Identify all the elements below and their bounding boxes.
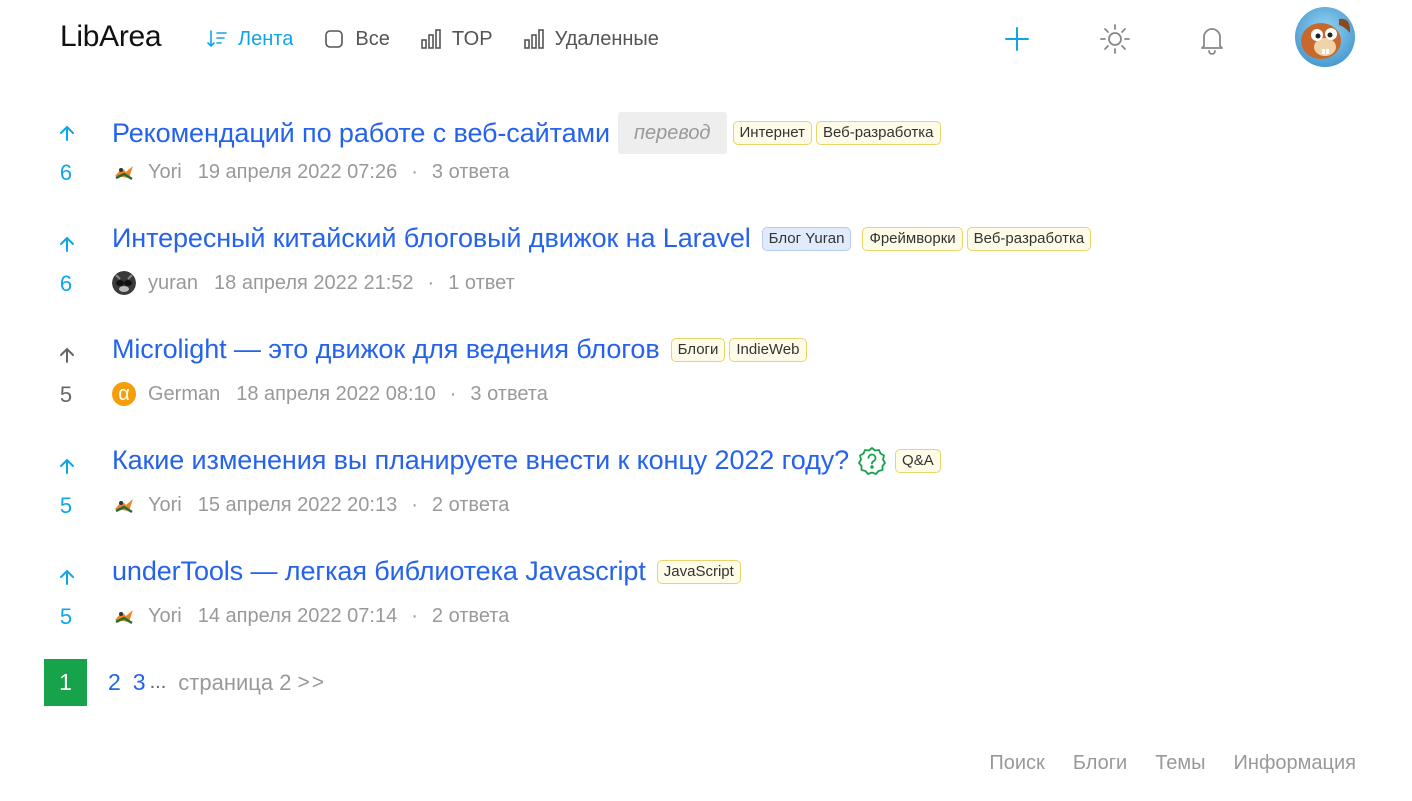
separator: · bbox=[411, 604, 418, 627]
post-title-link[interactable]: Интересный китайский блоговый движок на … bbox=[112, 223, 751, 254]
nav-item-deleted[interactable]: Удаленные bbox=[523, 24, 659, 54]
tag-javascript[interactable]: JavaScript bbox=[656, 559, 741, 584]
nav-label: Удаленные bbox=[554, 27, 659, 50]
author-name[interactable]: Yori bbox=[148, 161, 182, 184]
post-item: 6 Интересный китайский блоговый движок н… bbox=[0, 219, 1412, 330]
answers-count[interactable]: 1 ответ bbox=[448, 272, 515, 295]
separator: · bbox=[411, 160, 418, 183]
square-icon bbox=[323, 28, 345, 50]
post-title-row: Какие изменения вы планируете внести к к… bbox=[112, 445, 941, 476]
author-name[interactable]: Yori bbox=[148, 605, 182, 628]
user-avatar[interactable] bbox=[1295, 7, 1355, 67]
translation-label: перевод bbox=[617, 112, 727, 154]
tag-web-dev[interactable]: Веб-разработка bbox=[966, 226, 1092, 251]
post-meta: yuran 18 апреля 2022 21:52 · 1 ответ bbox=[112, 271, 515, 295]
post-list: 6 Рекомендаций по работе с веб-сайтами п… bbox=[0, 108, 1412, 663]
post-date: 18 апреля 2022 08:10 bbox=[236, 382, 436, 405]
pagination: 1 2 3 ... страница 2 >> bbox=[44, 659, 326, 706]
author-avatar[interactable] bbox=[112, 604, 136, 628]
post-date: 14 апреля 2022 07:14 bbox=[197, 604, 398, 627]
nav-label: Все bbox=[355, 27, 390, 50]
post-title-row: Интересный китайский блоговый движок на … bbox=[112, 223, 1092, 254]
post-title-row: Microlight — это движок для ведения блог… bbox=[112, 334, 807, 365]
bar-chart-icon bbox=[523, 28, 545, 50]
page-link-3[interactable]: 3 bbox=[133, 669, 146, 696]
post-meta: Yori 14 апреля 2022 07:14 · 2 ответа bbox=[112, 604, 509, 628]
upvote-icon[interactable] bbox=[56, 455, 78, 477]
main-nav: Лента Все TOP Удаленные bbox=[206, 24, 689, 54]
answers-count[interactable]: 3 ответа bbox=[432, 161, 509, 184]
vote-count: 5 bbox=[59, 382, 73, 407]
tag-blogs[interactable]: Блоги bbox=[670, 337, 726, 362]
footer-link-topics[interactable]: Темы bbox=[1155, 752, 1205, 775]
post-date: 15 апреля 2022 20:13 bbox=[197, 493, 398, 516]
tag-web-dev[interactable]: Веб-разработка bbox=[815, 121, 941, 145]
author-avatar[interactable] bbox=[112, 271, 136, 295]
tag-internet[interactable]: Интернет bbox=[732, 121, 812, 145]
upvote-icon[interactable] bbox=[56, 233, 78, 255]
sort-icon bbox=[206, 28, 228, 50]
plus-icon[interactable] bbox=[998, 20, 1036, 58]
blog-badge[interactable]: Блог Yuran bbox=[761, 226, 852, 251]
site-logo[interactable]: LibArea bbox=[60, 20, 162, 54]
post-title-link[interactable]: Рекомендаций по работе с веб-сайтами bbox=[112, 118, 610, 149]
footer-links: Поиск Блоги Темы Информация bbox=[961, 752, 1356, 775]
post-title-link[interactable]: underTools — легкая библиотека Javascrip… bbox=[112, 556, 646, 587]
upvote-icon[interactable] bbox=[56, 122, 78, 144]
upvote-icon[interactable] bbox=[56, 344, 78, 366]
nav-item-all[interactable]: Все bbox=[323, 24, 390, 54]
top-header: LibArea Лента Все TOP Удаленные bbox=[0, 0, 1412, 78]
vote-count: 5 bbox=[59, 493, 73, 518]
sun-icon[interactable] bbox=[1096, 20, 1134, 58]
page-link-2[interactable]: 2 bbox=[108, 669, 121, 696]
answers-count[interactable]: 2 ответа bbox=[432, 605, 509, 628]
nav-item-top[interactable]: TOP bbox=[420, 24, 493, 54]
separator: · bbox=[411, 493, 418, 516]
separator: · bbox=[427, 271, 435, 294]
tag-indieweb[interactable]: IndieWeb bbox=[729, 337, 807, 362]
vote-count: 6 bbox=[59, 160, 73, 185]
nav-label: Лента bbox=[238, 27, 294, 50]
separator: · bbox=[449, 382, 457, 405]
author-avatar[interactable] bbox=[112, 160, 136, 184]
nav-item-feed[interactable]: Лента bbox=[206, 24, 293, 54]
next-page-link[interactable]: >> bbox=[297, 671, 326, 695]
bar-chart-icon bbox=[420, 28, 442, 50]
post-title-link[interactable]: Какие изменения вы планируете внести к к… bbox=[112, 445, 849, 476]
upvote-icon[interactable] bbox=[56, 566, 78, 588]
author-name[interactable]: yuran bbox=[148, 272, 198, 295]
post-date: 18 апреля 2022 21:52 bbox=[214, 271, 414, 294]
post-meta: Yori 15 апреля 2022 20:13 · 2 ответа bbox=[112, 493, 509, 517]
tag-frameworks[interactable]: Фреймворки bbox=[862, 226, 963, 251]
post-item: 5 underTools — легкая библиотека Javascr… bbox=[0, 552, 1412, 663]
page-info: страница 2 bbox=[178, 669, 292, 695]
post-title-link[interactable]: Microlight — это движок для ведения блог… bbox=[112, 334, 660, 365]
author-name[interactable]: German bbox=[148, 383, 220, 406]
post-item: 6 Рекомендаций по работе с веб-сайтами п… bbox=[0, 108, 1412, 219]
post-item: 5 Microlight — это движок для ведения бл… bbox=[0, 330, 1412, 441]
footer-link-blogs[interactable]: Блоги bbox=[1073, 752, 1127, 775]
answers-count[interactable]: 2 ответа bbox=[432, 494, 509, 517]
tag-qa[interactable]: Q&A bbox=[895, 448, 941, 473]
post-meta: α German 18 апреля 2022 08:10 · 3 ответа bbox=[112, 382, 548, 406]
post-date: 19 апреля 2022 07:26 bbox=[197, 160, 398, 183]
post-title-row: underTools — легкая библиотека Javascrip… bbox=[112, 556, 741, 587]
footer-link-info[interactable]: Информация bbox=[1234, 752, 1356, 775]
vote-count: 6 bbox=[59, 271, 73, 296]
author-avatar[interactable] bbox=[112, 493, 136, 517]
post-meta: Yori 19 апреля 2022 07:26 · 3 ответа bbox=[112, 160, 509, 184]
question-badge-icon bbox=[857, 446, 887, 476]
footer-link-search[interactable]: Поиск bbox=[989, 752, 1044, 775]
page-current[interactable]: 1 bbox=[44, 659, 87, 706]
bell-icon[interactable] bbox=[1193, 20, 1231, 58]
nav-label: TOP bbox=[451, 27, 493, 50]
author-name[interactable]: Yori bbox=[148, 494, 182, 517]
page-ellipsis: ... bbox=[149, 671, 167, 693]
post-item: 5 Какие изменения вы планируете внести к… bbox=[0, 441, 1412, 552]
answers-count[interactable]: 3 ответа bbox=[470, 383, 547, 406]
post-title-row: Рекомендаций по работе с веб-сайтами пер… bbox=[112, 112, 941, 154]
vote-count: 5 bbox=[59, 604, 73, 629]
author-avatar[interactable]: α bbox=[112, 382, 136, 406]
